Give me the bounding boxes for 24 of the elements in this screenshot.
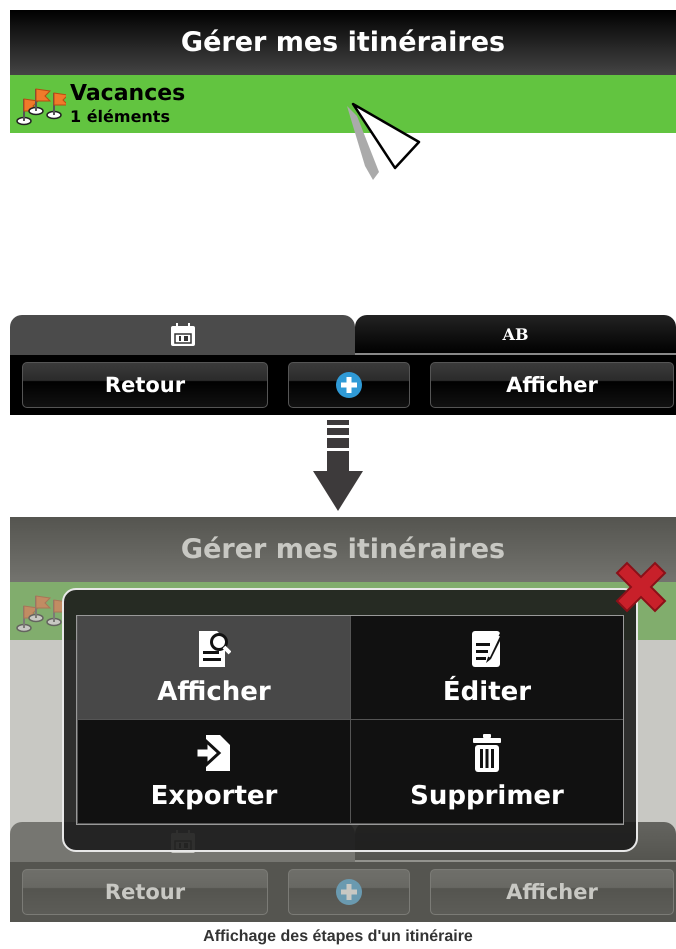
calendar-icon [170, 323, 196, 347]
action-button[interactable]: Supprimer [350, 720, 623, 824]
down-arrow-icon [312, 420, 364, 512]
toolbar-button[interactable]: Afficher [430, 362, 674, 408]
close-icon[interactable] [613, 561, 669, 613]
route-name: Vacances [70, 81, 186, 107]
toolbar-button[interactable]: Retour [22, 869, 268, 915]
toolbar-button[interactable]: Afficher [430, 869, 674, 915]
route-count: 1 éléments [70, 107, 171, 127]
toolbar-button[interactable]: Retour [22, 362, 268, 408]
add-button[interactable] [288, 362, 410, 408]
trash-icon [472, 732, 502, 772]
tab[interactable]: AB [355, 315, 676, 355]
action-button[interactable]: Afficher [77, 616, 350, 720]
action-button[interactable]: Exporter [77, 720, 350, 824]
route-list-item[interactable]: Vacances 1 éléments [10, 75, 676, 133]
document-search-icon [197, 628, 231, 668]
tab[interactable] [10, 315, 355, 355]
plus-icon [335, 878, 363, 906]
figure-caption: Affichage des étapes d'un itinéraire [202, 928, 474, 946]
screen-title: Gérer mes itinéraires [180, 27, 506, 58]
plus-icon [335, 371, 363, 399]
action-button[interactable]: Éditer [350, 616, 623, 720]
screen-title: Gérer mes itinéraires [180, 534, 506, 565]
